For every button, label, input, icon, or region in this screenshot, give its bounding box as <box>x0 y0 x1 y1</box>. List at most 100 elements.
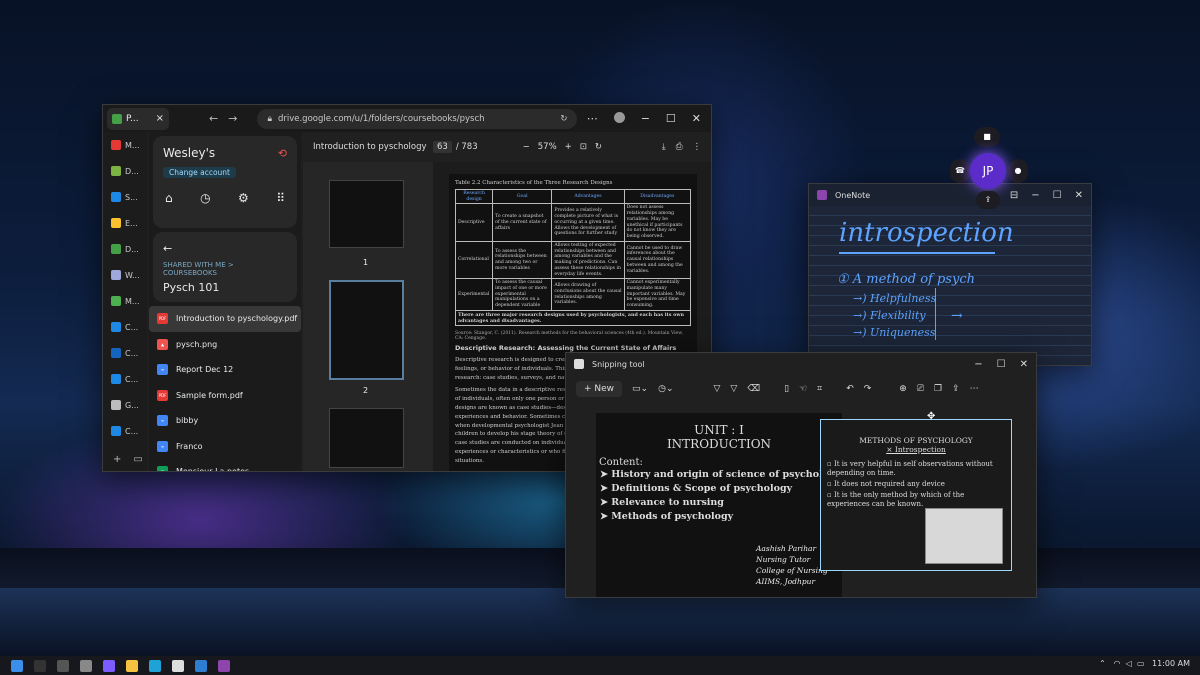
more-options-icon[interactable]: ⋮ <box>693 142 702 152</box>
page-thumbnail[interactable] <box>329 408 404 468</box>
page-thumbnail-selected[interactable] <box>329 280 404 380</box>
breadcrumb[interactable]: SHARED WITH ME > COURSEBOOKS <box>163 261 287 277</box>
pen-icon[interactable]: ▽ <box>714 384 721 394</box>
change-account-button[interactable]: Change account <box>163 167 236 178</box>
browser-tab[interactable]: P... × <box>107 107 169 130</box>
chat-icon[interactable] <box>103 659 115 672</box>
address-bar[interactable]: 🔒︎ drive.google.com/u/1/folders/coursebo… <box>257 108 578 129</box>
move-handle-icon[interactable]: ✥ <box>927 411 935 422</box>
file-name: Report Dec 12 <box>176 365 234 375</box>
slide-right[interactable]: METHODS OF PSYCHOLOGY × Introspection ▫ … <box>820 411 1012 571</box>
redo-icon[interactable]: ↷ <box>864 384 872 394</box>
volume-icon[interactable]: ◁ <box>1126 659 1132 668</box>
save-icon[interactable]: ⎚ <box>917 384 924 394</box>
mic-icon[interactable]: ● <box>1008 159 1028 183</box>
close-icon[interactable]: ✕ <box>1020 359 1028 370</box>
highlighter-icon[interactable]: ▽ <box>730 384 737 394</box>
more-icon[interactable]: ⋯ <box>970 384 979 394</box>
lock-icon: 🔒︎ <box>267 113 272 124</box>
pdf-file-icon: PDF <box>157 389 168 401</box>
file-item[interactable]: PDF Introduction to pyschology.pdf <box>149 306 301 332</box>
close-icon[interactable]: ✕ <box>1075 190 1083 201</box>
zoom-icon[interactable]: ⊕ <box>899 384 907 394</box>
avatar[interactable] <box>613 112 625 123</box>
side-tab[interactable]: M... <box>103 288 147 314</box>
search-icon[interactable] <box>34 659 46 672</box>
eraser-icon[interactable]: ⌫ <box>747 384 760 394</box>
download-icon[interactable]: ⤓ <box>662 142 666 152</box>
file-item[interactable]: ≡ Franco <box>149 434 301 460</box>
side-tab[interactable]: G... <box>103 392 147 418</box>
file-item[interactable]: ≡ bibby <box>149 408 301 434</box>
side-tab[interactable]: M... <box>103 132 147 158</box>
minimize-icon[interactable]: − <box>974 359 982 370</box>
copy-icon[interactable]: ❐ <box>934 384 942 394</box>
caller-avatar[interactable]: JP <box>970 153 1006 189</box>
close-window-icon[interactable]: ✕ <box>692 112 701 125</box>
new-snip-button[interactable]: + New <box>576 381 623 397</box>
page-number-input[interactable]: 63 <box>433 141 452 153</box>
file-item[interactable]: ▲ pysch.png <box>149 332 301 358</box>
file-explorer-icon[interactable] <box>126 659 138 672</box>
settings-icon[interactable]: ⚙ <box>238 191 249 205</box>
clock[interactable]: 11:00 AM <box>1152 659 1190 668</box>
snip-mode-icon[interactable]: ▭⌄ <box>632 384 648 394</box>
more-icon[interactable]: ⋯ <box>587 112 598 125</box>
side-tab[interactable]: W... <box>103 262 147 288</box>
back-icon[interactable]: ← <box>209 112 218 125</box>
add-tab-icon[interactable]: + <box>113 454 121 465</box>
zoom-out-button[interactable]: − <box>523 142 530 152</box>
edge-icon[interactable] <box>149 659 161 672</box>
side-tab[interactable]: D... <box>103 236 147 262</box>
rotate-icon[interactable]: ↻ <box>595 142 602 152</box>
side-tab[interactable]: C... <box>103 340 147 366</box>
crop-icon[interactable]: ⌗ <box>817 384 822 394</box>
tab-actions-icon[interactable]: ▭ <box>133 454 142 465</box>
print-icon[interactable]: ⎙ <box>676 142 683 152</box>
home-icon[interactable]: ⌂ <box>165 191 173 205</box>
maximize-icon[interactable]: ☐ <box>666 112 676 125</box>
start-icon[interactable] <box>11 659 23 672</box>
refresh-icon[interactable]: ↻ <box>560 114 567 124</box>
share-icon[interactable]: ⇪ <box>952 384 960 394</box>
minimize-icon[interactable]: − <box>641 112 650 125</box>
back-arrow-icon[interactable]: ← <box>163 242 287 255</box>
file-item[interactable]: ≡ Report Dec 12 <box>149 357 301 383</box>
widgets-icon[interactable] <box>80 659 92 672</box>
file-name: Franco <box>176 441 203 451</box>
snipping-tool-icon[interactable] <box>172 659 184 672</box>
maximize-icon[interactable]: ☐ <box>997 359 1006 370</box>
store-icon[interactable] <box>195 659 207 672</box>
recent-icon[interactable]: ◷ <box>200 191 210 205</box>
apps-grid-icon[interactable]: ⠿ <box>276 191 285 205</box>
table-row: Descriptive To create a snapshot of the c… <box>454 203 692 242</box>
hangup-icon[interactable]: ☎ <box>950 159 970 183</box>
side-tab[interactable]: S... <box>103 184 147 210</box>
ruler-icon[interactable]: ▯ <box>784 384 789 394</box>
wifi-icon[interactable]: ◠ <box>1113 659 1120 668</box>
tray-chevron-icon[interactable]: ⌃ <box>1099 659 1106 668</box>
sync-icon[interactable]: ⟲ <box>278 147 287 160</box>
close-icon[interactable]: × <box>156 113 164 124</box>
undo-icon[interactable]: ↶ <box>846 384 854 394</box>
timer-icon[interactable]: ◷⌄ <box>658 384 673 394</box>
file-name: Introduction to pyschology.pdf <box>176 314 298 324</box>
side-tab[interactable]: E... <box>103 210 147 236</box>
file-item[interactable]: PDF Sample form.pdf <box>149 383 301 409</box>
onenote-taskbar-icon[interactable] <box>218 659 230 672</box>
fit-page-icon[interactable]: ⊡ <box>580 142 587 152</box>
video-icon[interactable]: ■ <box>974 127 1000 147</box>
maximize-icon[interactable]: ☐ <box>1053 190 1062 201</box>
battery-icon[interactable]: ▭ <box>1137 659 1145 668</box>
side-tab[interactable]: C... <box>103 366 147 392</box>
touch-write-icon[interactable]: ☜ <box>799 384 807 394</box>
side-tab[interactable]: C... <box>103 314 147 340</box>
task-view-icon[interactable] <box>57 659 69 672</box>
side-tab[interactable]: C... <box>103 418 147 444</box>
page-thumbnail[interactable] <box>329 180 404 248</box>
side-tab[interactable]: D... <box>103 158 147 184</box>
zoom-in-button[interactable]: + <box>565 142 572 152</box>
forward-icon[interactable]: → <box>228 112 237 125</box>
file-item[interactable]: ▦ Monsieur La notes <box>149 459 301 471</box>
share-icon[interactable]: ⇪ <box>976 191 1000 209</box>
